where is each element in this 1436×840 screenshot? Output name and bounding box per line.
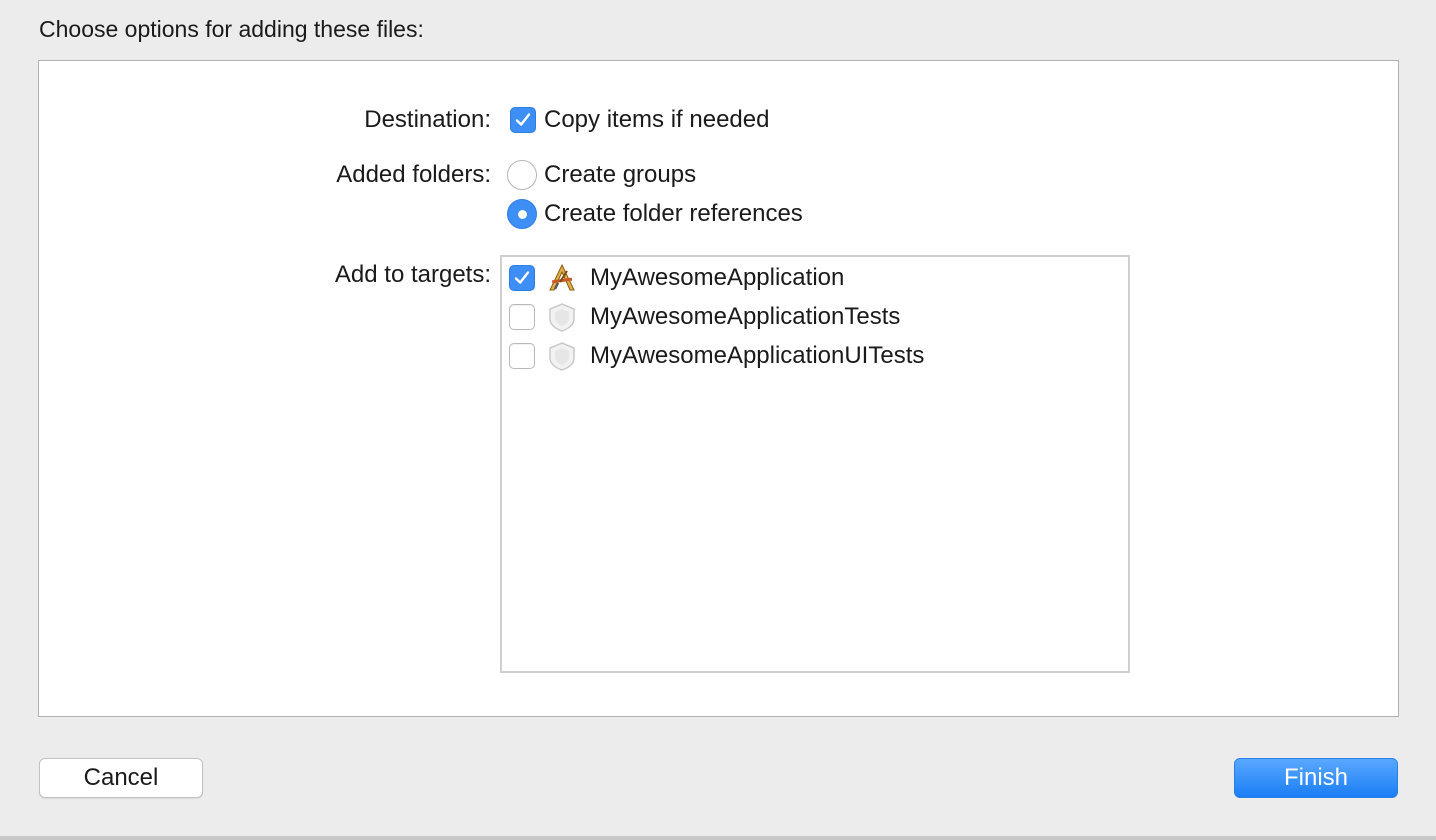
target-row[interactable]: MyAwesomeApplicationUITests	[502, 339, 1128, 373]
options-panel: Destination: Copy items if needed Added …	[38, 60, 1399, 717]
test-bundle-icon	[549, 303, 575, 332]
target-name: MyAwesomeApplicationUITests	[590, 342, 925, 369]
create-folder-references-radio[interactable]	[507, 199, 537, 229]
create-groups-radio[interactable]	[507, 160, 537, 190]
copy-items-label[interactable]: Copy items if needed	[544, 105, 769, 135]
radio-dot	[518, 210, 527, 219]
cancel-button[interactable]: Cancel	[39, 758, 203, 798]
create-groups-label[interactable]: Create groups	[544, 160, 696, 190]
checkmark-icon	[514, 271, 530, 284]
finish-button[interactable]: Finish	[1234, 758, 1398, 798]
added-folders-label: Added folders:	[336, 161, 491, 188]
target-checkbox[interactable]	[509, 343, 535, 369]
copy-items-checkbox[interactable]	[510, 107, 536, 133]
target-checkbox[interactable]	[509, 304, 535, 330]
target-name: MyAwesomeApplicationTests	[590, 303, 901, 330]
create-folder-references-label[interactable]: Create folder references	[544, 199, 803, 229]
window-bottom-edge	[0, 836, 1436, 840]
test-bundle-icon	[549, 342, 575, 371]
target-row[interactable]: MyAwesomeApplicationTests	[502, 300, 1128, 334]
target-name: MyAwesomeApplication	[590, 264, 845, 291]
target-checkbox[interactable]	[509, 265, 535, 291]
add-to-targets-label: Add to targets:	[334, 261, 491, 288]
targets-list[interactable]: MyAwesomeApplication MyAwesomeApplicatio…	[500, 255, 1130, 673]
checkmark-icon	[515, 113, 531, 126]
app-target-icon	[549, 263, 575, 291]
target-row[interactable]: MyAwesomeApplication	[502, 261, 1128, 295]
dialog-heading: Choose options for adding these files:	[39, 16, 424, 42]
destination-label: Destination:	[364, 106, 491, 133]
